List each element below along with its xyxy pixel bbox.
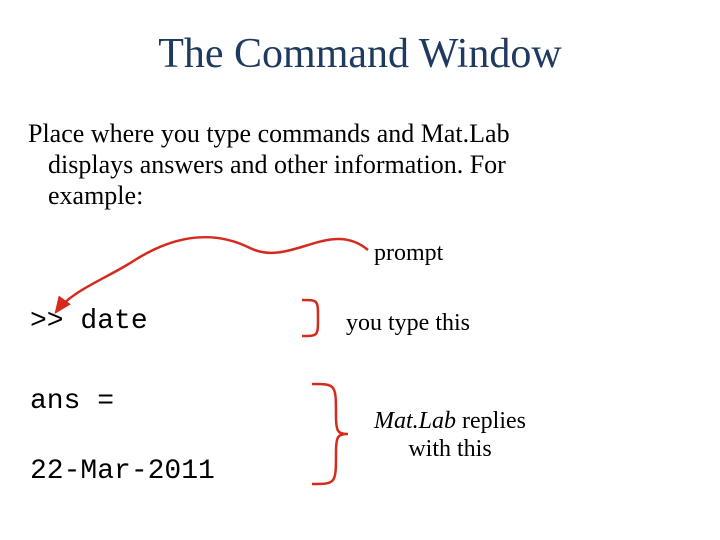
matlab-name: Mat.Lab [374,408,456,434]
slide-title: The Command Window [0,30,720,78]
body-line-1: Place where you type commands and Mat.La… [28,119,510,148]
body-line-2: displays answers and other information. … [48,150,506,179]
slide: The Command Window Place where you type … [0,0,720,540]
body-line-3: example: [48,181,143,210]
you-type-label: you type this [346,310,470,337]
replies-word: replies [456,408,526,434]
prompt-label: prompt [374,240,443,267]
console-output: 22-Mar-2011 [30,456,215,487]
command-bracket-icon [302,300,318,336]
prompt-arrow-icon [56,237,368,312]
output-bracket-icon [312,384,348,484]
body-text: Place where you type commands and Mat.La… [28,118,688,212]
console-command: >> date [30,306,148,337]
matlab-replies-label: Mat.Lab replies with this [360,408,540,463]
console-ans: ans = [30,386,114,417]
replies-line2: with this [408,436,491,462]
